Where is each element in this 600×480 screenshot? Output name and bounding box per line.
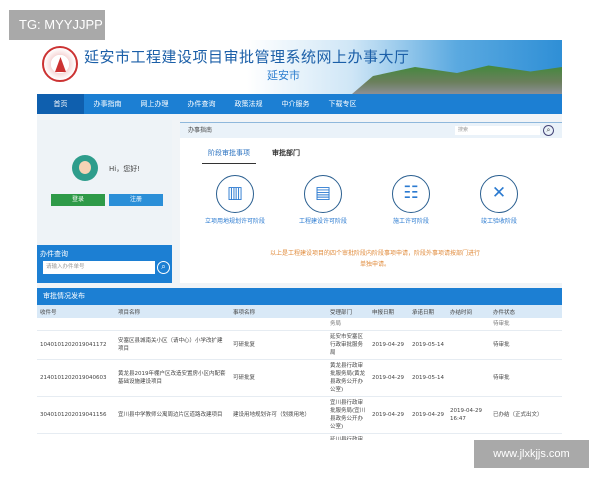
stage-label: 竣工验收阶段 [480, 218, 517, 225]
col-receipt-no: 收件号 [37, 305, 115, 318]
col-apply-date: 申报日期 [369, 305, 409, 318]
table-cell: 建设用地规划许可（划拨用地） [230, 396, 327, 434]
table-cell: 2019-05-10 [409, 433, 447, 440]
table-cell: 待审批 [490, 318, 562, 331]
tab-stage-items[interactable]: 阶段审批事项 [202, 148, 256, 164]
map-icon: ▥ [216, 175, 254, 213]
table-cell: 2019-04-29 [409, 396, 447, 434]
table-cell: 黄龙县行政审批服务局(黄龙县政务公开办公室) [327, 359, 369, 397]
table-cell: 宜川县中学教师公寓周边片区道路改建项目 [115, 396, 230, 434]
col-promise-date: 承诺日期 [409, 305, 447, 318]
stage-build-permit[interactable]: ☷ 施工许可阶段 [371, 175, 451, 226]
case-number-input[interactable]: 请输入办件单号 [43, 261, 155, 274]
table-cell [230, 318, 327, 331]
guide-search-input[interactable]: 搜索 [455, 126, 540, 135]
table-cell: 2019-04-29 [369, 359, 409, 397]
table-cell: 建设工程规划许可（政府投资类） [230, 433, 327, 440]
table-cell [409, 318, 447, 331]
stage-label: 工程建设许可阶段 [298, 218, 347, 225]
table-cell: 可研批复 [230, 359, 327, 397]
table-cell: 可研批复 [230, 330, 327, 360]
table-header: 收件号 项目名称 事项名称 受理部门 申报日期 承诺日期 办结时间 办件状态 [37, 305, 562, 318]
watermark-top: TG: MYYJJPP [9, 10, 105, 40]
table-cell: 2019-04-29 [369, 433, 409, 440]
site-title: 延安市工程建设项目审批管理系统网上办事大厅 [84, 48, 410, 66]
table-cell [369, 318, 409, 331]
table-row[interactable]: 务局 待审批 [37, 318, 562, 331]
table-cell: 4040101202019041163 [37, 433, 115, 440]
register-button[interactable]: 注册 [109, 194, 163, 206]
avatar [72, 155, 98, 181]
nav-guide[interactable]: 办事指南 [84, 94, 131, 114]
table-cell: 安塞区县城南关小区（请中心）小学改扩建项目 [115, 330, 230, 360]
table-row[interactable]: 3040101202019041156 宜川县中学教师公寓周边片区道路改建项目 建设… [37, 396, 562, 434]
case-query-label: 办件查询 [40, 250, 68, 258]
stage-label: 施工许可阶段 [392, 218, 429, 225]
login-button[interactable]: 登录 [51, 194, 105, 206]
table-cell: 2019-05-14 [409, 359, 447, 397]
table-cell [447, 359, 490, 397]
stage-land-planning[interactable]: ▥ 立项用地规划许可阶段 [195, 175, 275, 226]
col-project: 项目名称 [115, 305, 230, 318]
table-cell: 务局 [327, 318, 369, 331]
table-cell: 已办结（正式出文） [490, 396, 562, 434]
table-cell: 待审批 [490, 330, 562, 360]
stage-construction-permit[interactable]: ▤ 工程建设许可阶段 [283, 175, 363, 226]
table-cell [115, 318, 230, 331]
user-panel: Hi，您好! 登录 注册 办件查询 请输入办件单号 ⌕ [37, 120, 172, 283]
site-subtitle: 延安市 [267, 69, 300, 82]
table-cell: 2019-04-29 [369, 330, 409, 360]
form-icon: ☷ [392, 175, 430, 213]
table-cell [37, 318, 115, 331]
tools-icon: ✕ [480, 175, 518, 213]
col-item: 事项名称 [230, 305, 327, 318]
nav-agency[interactable]: 中介服务 [272, 94, 319, 114]
stage-acceptance[interactable]: ✕ 竣工验收阶段 [459, 175, 539, 226]
city-emblem-logo [42, 46, 78, 82]
table-cell: 延川县行政审批服务局(延川县政务公开办公室) [327, 433, 369, 440]
table-cell: 待审批 [490, 359, 562, 397]
col-department: 受理部门 [327, 305, 369, 318]
nav-query[interactable]: 办件查询 [178, 94, 225, 114]
table-row[interactable]: 2140101202019040603 黄龙县2019年棚户区改造安置房小区内配套… [37, 359, 562, 397]
table-row[interactable]: 1040101202019041172 安塞区县城南关小区（请中心）小学改扩建项目… [37, 330, 562, 360]
guide-panel: 办事指南 搜索 ⌕ 阶段审批事项 审批部门 ▥ 立项用地规划许可阶段 ▤ 工程建… [180, 122, 562, 283]
table-cell: 2019-04-29 [369, 396, 409, 434]
approval-table: 收件号 项目名称 事项名称 受理部门 申报日期 承诺日期 办结时间 办件状态 务… [37, 305, 562, 440]
watermark-bottom: www.jlxkjjs.com [474, 440, 589, 468]
nav-online[interactable]: 网上办理 [131, 94, 178, 114]
table-cell [447, 318, 490, 331]
table-cell: 黄龙县2019年棚户区改造安置房小区内配套基础设施建设项目 [115, 359, 230, 397]
header-banner: 延安市工程建设项目审批管理系统网上办事大厅 延安市 [37, 40, 562, 94]
search-icon[interactable]: ⌕ [543, 125, 554, 136]
landscape-image [352, 65, 562, 94]
greeting: Hi，您好! [109, 165, 141, 173]
document-search-icon: ▤ [304, 175, 342, 213]
table-cell: 马家河移民搬迁安置小区配套市场项目 [115, 433, 230, 440]
case-query-box: 办件查询 请输入办件单号 ⌕ [37, 245, 172, 283]
table-cell: 2019-04-29 16:47 [447, 396, 490, 434]
search-icon[interactable]: ⌕ [157, 261, 170, 274]
stage-label: 立项用地规划许可阶段 [204, 218, 265, 225]
table-cell: 延安市安塞区行政审批服务局 [327, 330, 369, 360]
site: 延安市工程建设项目审批管理系统网上办事大厅 延安市 首页 办事指南 网上办理 办… [37, 40, 562, 440]
tab-departments[interactable]: 审批部门 [272, 148, 300, 158]
table-cell [447, 330, 490, 360]
nav-policy[interactable]: 政策法规 [225, 94, 272, 114]
table-cell: 3040101202019041156 [37, 396, 115, 434]
table-cell: 2140101202019040603 [37, 359, 115, 397]
table-cell: 1040101202019041172 [37, 330, 115, 360]
table-cell: 2019-05-14 [409, 330, 447, 360]
main-nav: 首页 办事指南 网上办理 办件查询 政策法规 中介服务 下载专区 [37, 94, 562, 114]
table-cell: 宜川县行政审批服务局(宜川县政务公开办公室) [327, 396, 369, 434]
nav-home[interactable]: 首页 [37, 94, 84, 114]
table-title: 审批情况发布 [37, 288, 562, 305]
nav-download[interactable]: 下载专区 [319, 94, 366, 114]
stage-note: 以上是工程建设项目的四个审批阶段内阶段事项申请，阶段外事项请按部门进行单独申请。 [270, 250, 481, 268]
col-finish-time: 办结时间 [447, 305, 490, 318]
col-status: 办件状态 [490, 305, 562, 318]
